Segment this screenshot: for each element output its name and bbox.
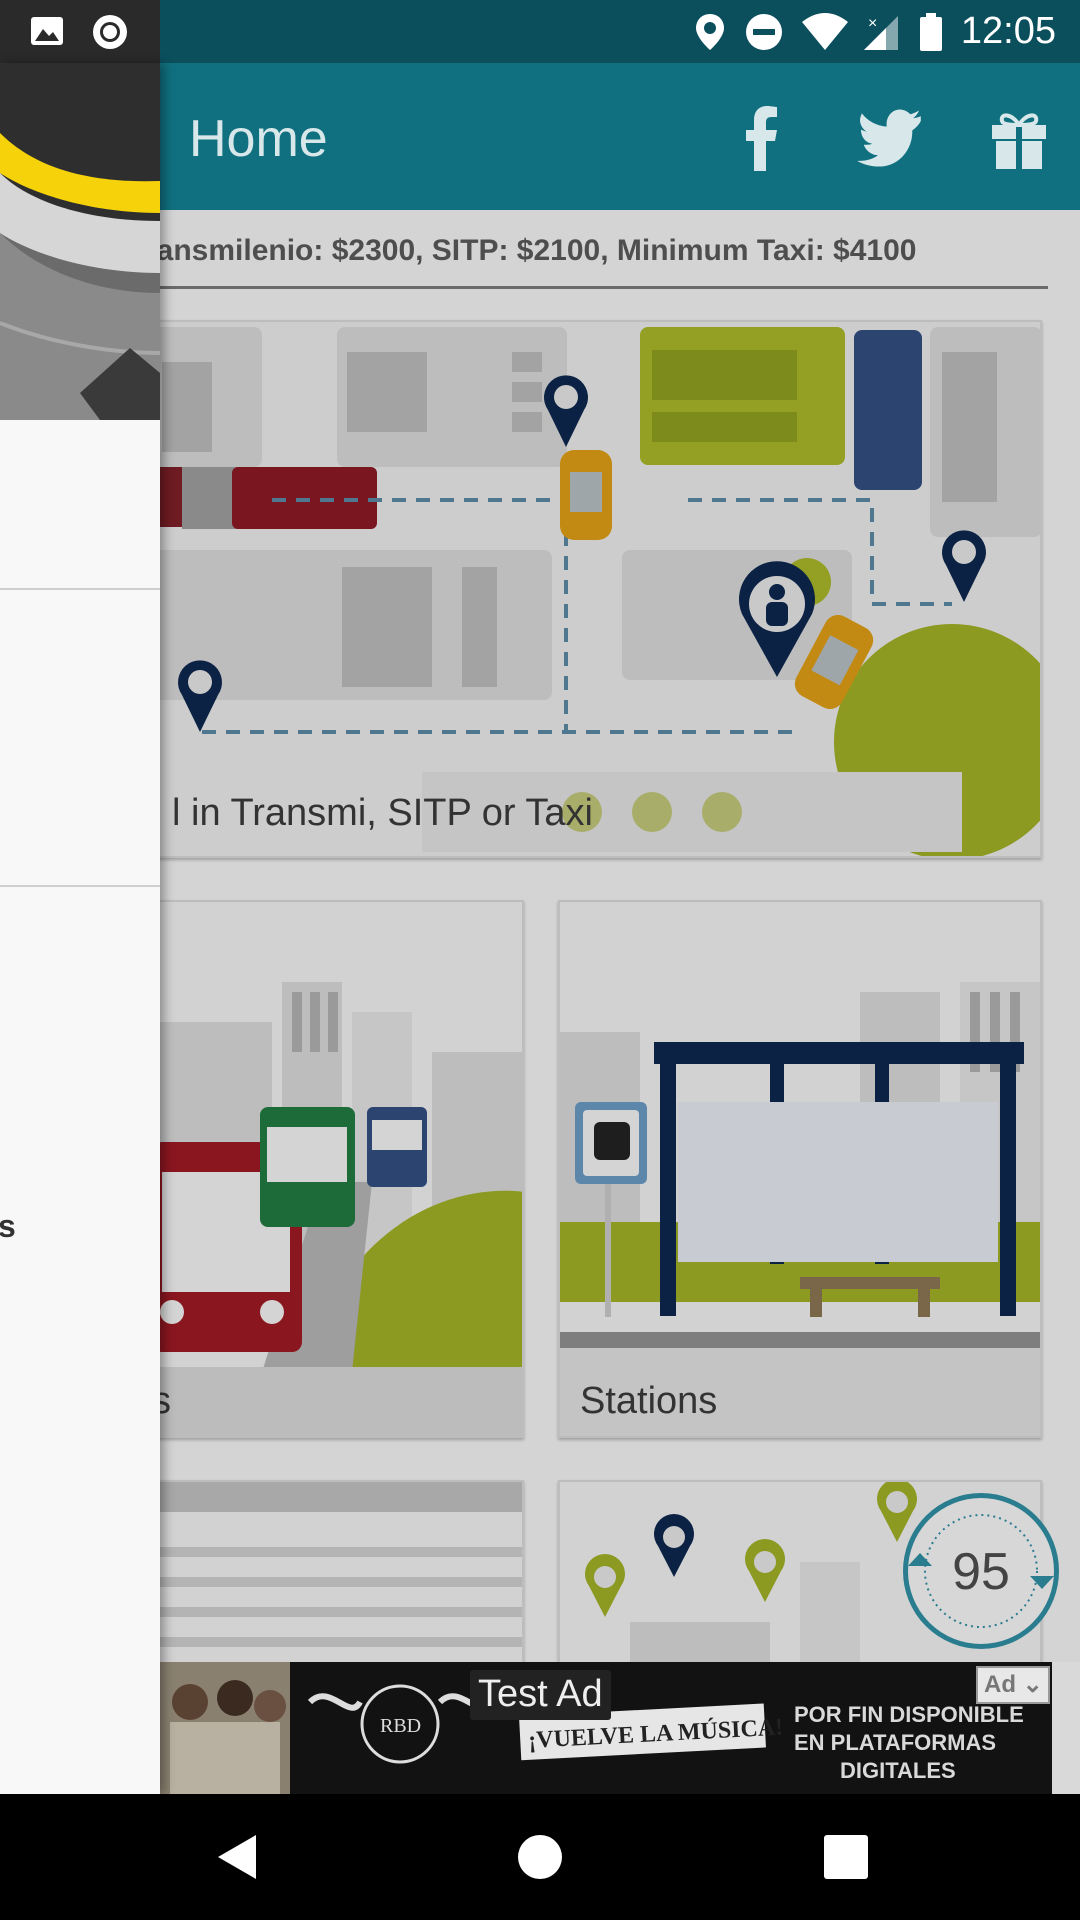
route-map-illustration [152, 322, 1040, 856]
gift-icon[interactable] [984, 103, 1054, 173]
chevron-down-icon: ⌄ [1022, 1671, 1043, 1698]
back-icon[interactable] [210, 1829, 266, 1885]
drawer-header-art [0, 63, 160, 420]
fares-ticker: ransmilenio: $2300, SITP: $2100, Minimum… [145, 234, 917, 267]
svg-text:EN PLATAFORMAS: EN PLATAFORMAS [794, 1730, 996, 1755]
wifi-icon [802, 13, 848, 50]
stations-illustration [560, 902, 1040, 1436]
card-label: l in Transmi, SITP or Taxi [172, 792, 593, 834]
drawer-item-label[interactable]: s [0, 1208, 16, 1245]
card-label: Stations [580, 1380, 718, 1422]
test-ad-label: Test Ad [470, 1670, 611, 1720]
record-icon [93, 15, 127, 49]
svg-text:DIGITALES: DIGITALES [840, 1758, 956, 1783]
drawer-header [0, 63, 160, 420]
location-icon [696, 14, 724, 50]
do-not-disturb-icon [746, 14, 782, 50]
app-bar: Home [0, 63, 1080, 210]
navigation-drawer[interactable]: s [0, 63, 160, 1794]
route-map-thumbnail [152, 1482, 522, 1662]
drawer-divider [0, 885, 160, 887]
battery-icon [920, 13, 942, 51]
image-icon [31, 17, 63, 45]
fares-underline [160, 286, 1048, 289]
speed-badge[interactable]: 95 [903, 1493, 1059, 1649]
ad-choices-tag[interactable]: Ad ⌄ [976, 1666, 1050, 1704]
signal-icon: × [864, 15, 898, 50]
card-route-map[interactable] [150, 1480, 524, 1662]
status-bar-left [0, 0, 160, 63]
svg-text:×: × [868, 15, 877, 32]
home-content: ransmilenio: $2300, SITP: $2100, Minimum… [0, 210, 1080, 1662]
page-title: Home [189, 110, 328, 168]
card-stations[interactable]: Stations [558, 900, 1042, 1438]
facebook-icon[interactable] [728, 103, 798, 173]
twitter-icon[interactable] [856, 103, 926, 173]
system-nav-bar [0, 1794, 1080, 1920]
svg-text:RBD: RBD [380, 1715, 421, 1737]
card-buses[interactable]: s [150, 900, 524, 1438]
ad-tag-text: Ad [984, 1671, 1016, 1698]
clock: 12:05 [960, 10, 1056, 52]
home-icon[interactable] [512, 1829, 568, 1885]
speed-value: 95 [952, 1543, 1010, 1601]
status-bar: × 12:05 [0, 0, 1080, 63]
svg-text:POR FIN DISPONIBLE: POR FIN DISPONIBLE [794, 1702, 1024, 1727]
buses-illustration [152, 902, 522, 1436]
drawer-divider [0, 588, 160, 590]
card-route-planner[interactable]: l in Transmi, SITP or Taxi [150, 320, 1042, 858]
recents-icon[interactable] [818, 1829, 874, 1885]
